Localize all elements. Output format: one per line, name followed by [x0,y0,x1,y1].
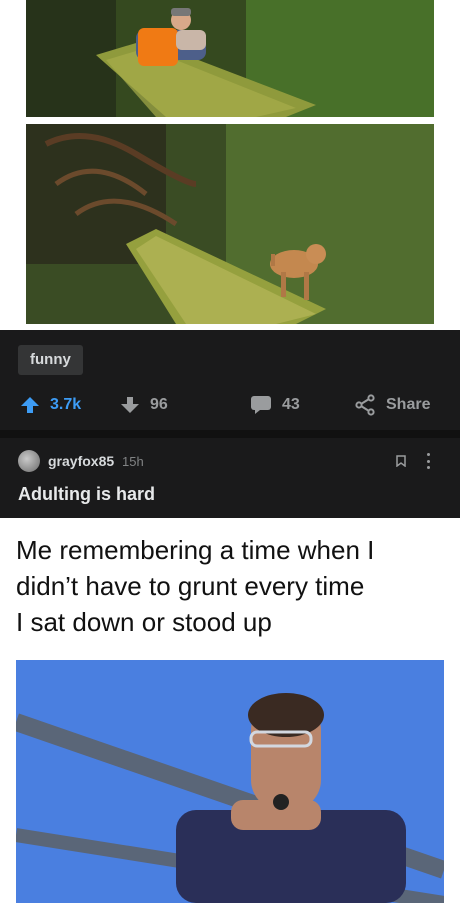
upvote-button[interactable]: 3.7k [20,385,81,425]
subreddit-flair[interactable]: funny [18,345,83,375]
post-image-area [0,0,460,330]
comment-count: 43 [282,396,300,413]
comments-button[interactable]: 43 [250,385,300,425]
reddit-post-view: funny 3.7k 96 43 Share grayfox85 15h Adu… [0,0,460,903]
photo-lynx-on-log [26,124,434,324]
meme-caption: Me remembering a time when I didn’t have… [16,532,448,640]
downvote-arrow-icon [121,397,139,413]
downvote-button[interactable]: 96 [120,385,168,425]
more-options-icon[interactable] [425,453,431,469]
photo-lynx-on-log-art [26,124,434,324]
avatar[interactable] [18,450,40,472]
bookmark-icon[interactable] [396,455,406,467]
share-button[interactable]: Share [354,385,430,425]
post-action-bar: funny 3.7k 96 43 Share [0,330,460,430]
meme-photo-art [16,660,444,903]
upvote-count: 3.7k [50,396,82,413]
comment-username[interactable]: grayfox85 [48,453,114,469]
meme-photo-man-on-railing [16,660,444,903]
meme-content: Me remembering a time when I didn’t have… [0,518,460,903]
upvote-arrow-icon [21,397,39,413]
comment-text: Adulting is hard [18,484,155,504]
meme-caption-line: I sat down or stood up [16,607,272,637]
downvote-count: 96 [150,396,168,413]
photo-man-on-log [26,0,434,117]
photo-man-on-log-art [26,0,434,117]
share-icon [355,394,375,416]
meme-caption-line: didn’t have to grunt every time [16,571,365,601]
section-divider [0,430,460,438]
comment-age: 15h [122,454,144,469]
meme-caption-line: Me remembering a time when I [16,535,375,565]
top-comment: grayfox85 15h Adulting is hard [0,438,460,518]
share-label: Share [386,396,431,413]
post-actions: 3.7k 96 43 Share [0,385,460,425]
comment-bubble-icon [251,396,271,414]
